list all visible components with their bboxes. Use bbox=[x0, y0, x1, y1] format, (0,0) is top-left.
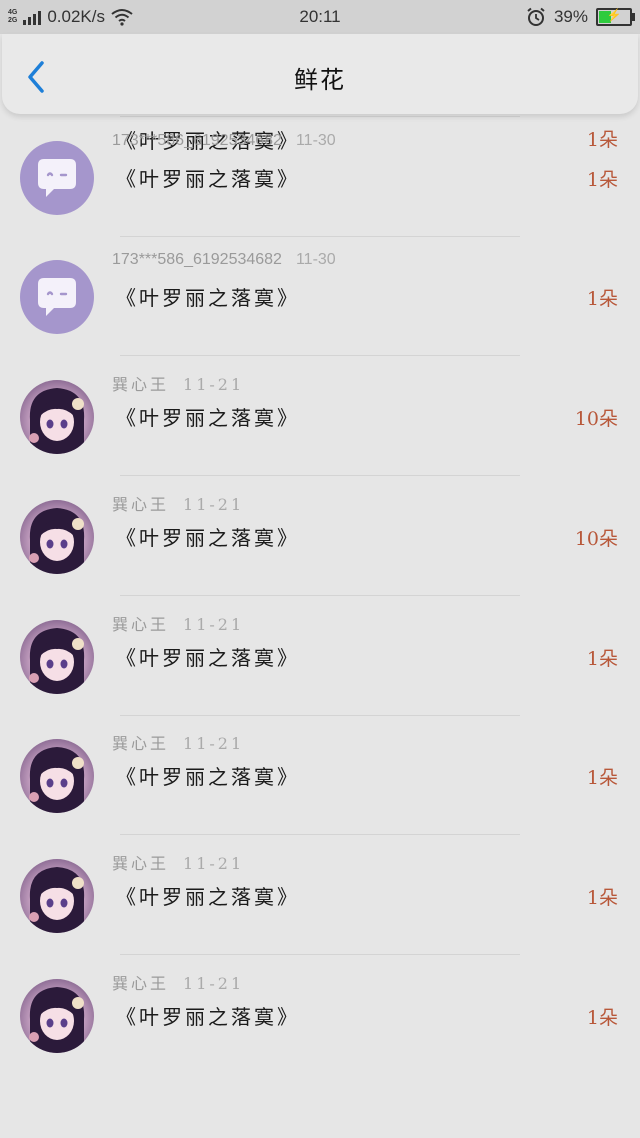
sender-name[interactable]: 173***586_6192534682 bbox=[112, 251, 282, 268]
send-date: 11-21 bbox=[183, 614, 245, 634]
flower-count: 1朵 bbox=[586, 767, 618, 790]
sender-name[interactable]: 巽心王 bbox=[112, 734, 169, 753]
flower-count: 1朵 bbox=[586, 647, 618, 670]
send-date: 11-21 bbox=[183, 494, 245, 514]
send-date: 11-21 bbox=[183, 734, 245, 754]
sender-name[interactable]: 巽心王 bbox=[112, 615, 169, 634]
battery-percent: 39% bbox=[553, 7, 588, 26]
alarm-clock-icon bbox=[527, 7, 545, 26]
anime-girl-avatar-icon bbox=[29, 507, 85, 574]
chat-bubble-icon bbox=[38, 158, 76, 197]
send-date: 11-21 bbox=[183, 853, 245, 873]
avatar[interactable] bbox=[20, 260, 94, 335]
top-nav-bar: 鲜花 bbox=[2, 34, 638, 114]
avatar[interactable] bbox=[20, 978, 94, 1053]
charging-bolt-icon: ⚡ bbox=[606, 8, 622, 22]
sender-info: 巽心王 11-21 bbox=[112, 970, 244, 994]
flower-count: 1朵 bbox=[586, 288, 618, 311]
avatar[interactable] bbox=[20, 619, 94, 694]
gifted-work-title: 《叶罗丽之落寞》 bbox=[116, 884, 300, 909]
anime-girl-avatar-icon bbox=[29, 986, 85, 1053]
send-date: 11-30 bbox=[295, 131, 336, 149]
avatar[interactable] bbox=[20, 380, 94, 455]
gifted-work-title: 《叶罗丽之落寞》 bbox=[116, 645, 300, 670]
list-item[interactable]: 巽心王 11-21 《叶罗丽之落寞》 1朵 bbox=[0, 956, 640, 1075]
flower-count: 10朵 bbox=[574, 527, 618, 550]
avatar[interactable] bbox=[20, 499, 94, 574]
anime-girl-avatar-icon bbox=[29, 627, 85, 694]
list-item[interactable]: 巽心王 11-21 《叶罗丽之落寞》 1朵 bbox=[0, 597, 640, 716]
list-item[interactable]: 173***586_6192534682 11-30 《叶罗丽之落寞》 1朵 bbox=[0, 118, 640, 237]
sender-name[interactable]: 巽心王 bbox=[112, 495, 169, 514]
flower-count: 1朵 bbox=[586, 168, 618, 191]
sender-info: 巽心王 11-21 bbox=[112, 611, 244, 635]
avatar[interactable] bbox=[20, 858, 94, 933]
sender-name[interactable]: 巽心王 bbox=[112, 854, 169, 873]
battery-icon: ⚡ bbox=[596, 8, 635, 26]
list-item[interactable]: 巽心王 11-21 《叶罗丽之落寞》 10朵 bbox=[0, 477, 640, 596]
sender-info: 巽心王 11-21 bbox=[112, 850, 244, 874]
gifted-work-title: 《叶罗丽之落寞》 bbox=[116, 406, 300, 431]
list-item[interactable]: 173***586_6192534682 11-30 《叶罗丽之落寞》 1朵 bbox=[0, 237, 640, 357]
flower-count: 10朵 bbox=[574, 408, 618, 431]
flower-record-list[interactable]: 《叶罗丽之落寞》 1朵 173***586_6192534682 11-30 《叶罗丽之… bbox=[0, 0, 640, 1138]
anime-girl-avatar-icon bbox=[29, 388, 85, 455]
sender-info: 巽心王 11-21 bbox=[112, 730, 244, 754]
sender-info: 巽心王 11-21 bbox=[112, 371, 244, 395]
gifted-work-title: 《叶罗丽之落寞》 bbox=[116, 1004, 300, 1029]
status-bar: 4G 2G 0.02K/s 20:11 39% ⚡ bbox=[0, 0, 640, 34]
sender-info: 173***586_6192534682 11-30 bbox=[112, 132, 336, 150]
gifted-work-title: 《叶罗丽之落寞》 bbox=[116, 765, 300, 790]
chat-bubble-icon bbox=[38, 278, 76, 317]
anime-girl-avatar-icon bbox=[29, 866, 85, 933]
gifted-work-title: 《叶罗丽之落寞》 bbox=[116, 286, 300, 311]
list-item[interactable]: 巽心王 11-21 《叶罗丽之落寞》 1朵 bbox=[0, 716, 640, 836]
send-date: 11-21 bbox=[183, 973, 245, 993]
sender-name[interactable]: 巽心王 bbox=[112, 375, 169, 394]
flower-count: 1朵 bbox=[586, 1006, 618, 1029]
sender-name[interactable]: 巽心王 bbox=[112, 974, 169, 993]
sender-name[interactable]: 173***586_6192534682 bbox=[112, 132, 282, 149]
sender-info: 巽心王 11-21 bbox=[112, 491, 244, 515]
sender-info: 173***586_6192534682 11-30 bbox=[112, 251, 336, 269]
avatar[interactable] bbox=[20, 739, 94, 814]
flower-count: 1朵 bbox=[586, 886, 618, 909]
page-title: 鲜花 bbox=[294, 66, 346, 94]
gifted-work-title: 《叶罗丽之落寞》 bbox=[116, 525, 300, 550]
send-date: 11-21 bbox=[183, 375, 245, 395]
gifted-work-title: 《叶罗丽之落寞》 bbox=[116, 166, 300, 191]
send-date: 11-30 bbox=[295, 251, 336, 269]
list-item[interactable]: 巽心王 11-21 《叶罗丽之落寞》 1朵 bbox=[0, 836, 640, 955]
anime-girl-avatar-icon bbox=[29, 747, 85, 814]
list-item[interactable]: 巽心王 11-21 《叶罗丽之落寞》 10朵 bbox=[0, 357, 640, 477]
avatar[interactable] bbox=[20, 140, 94, 215]
